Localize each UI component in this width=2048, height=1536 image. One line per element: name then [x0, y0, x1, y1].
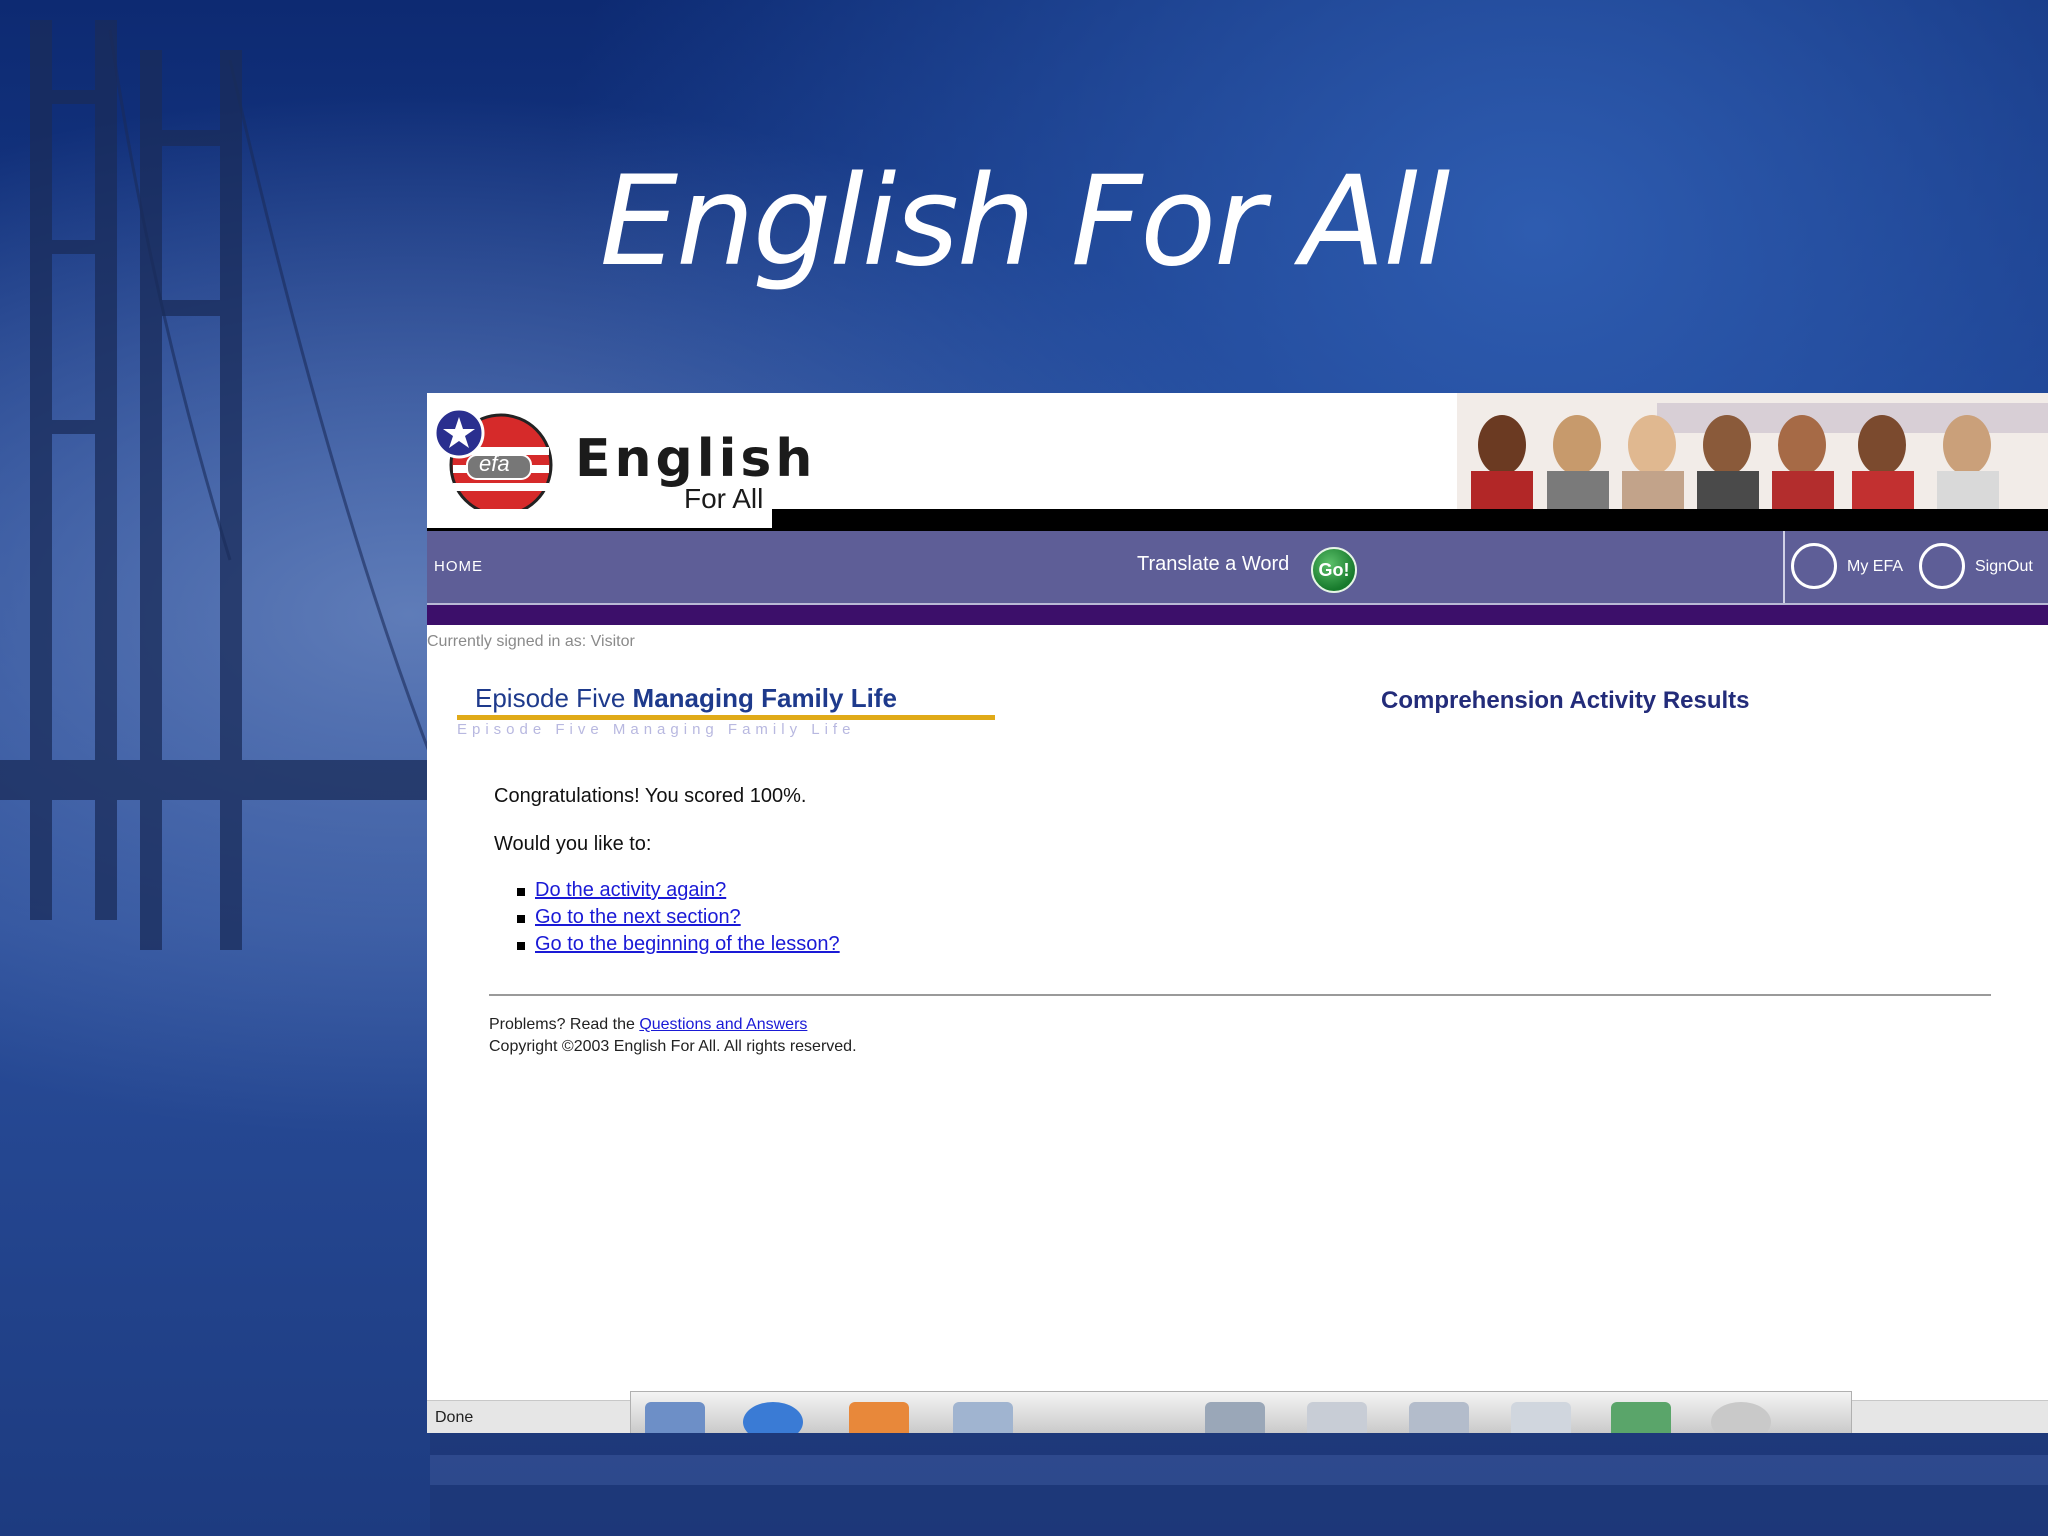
browser-icon[interactable]	[743, 1402, 803, 1433]
list-item: Do the activity again?	[517, 879, 840, 906]
results-title: Comprehension Activity Results	[1381, 687, 1750, 714]
my-efa-link[interactable]: My EFA	[1847, 558, 1903, 576]
people-banner-image	[1457, 393, 2048, 509]
navbar: HOME Translate a Word Go! My EFA SignOut	[427, 531, 2048, 605]
home-link[interactable]: HOME	[434, 558, 483, 575]
system-icon[interactable]	[1409, 1402, 1469, 1433]
episode-ghost-text: Episode Five Managing Family Life	[457, 721, 856, 738]
slide-title: English For All	[599, 150, 1450, 294]
options-prompt: Would you like to:	[494, 833, 652, 855]
logo-abbr: efa	[479, 451, 510, 476]
purple-divider-bar	[427, 605, 2048, 625]
go-button[interactable]: Go!	[1311, 547, 1357, 593]
questions-answers-link[interactable]: Questions and Answers	[639, 1016, 807, 1033]
efa-logo: efa English For All	[427, 399, 812, 521]
finder-icon[interactable]	[645, 1402, 705, 1433]
trash-icon[interactable]	[1711, 1402, 1771, 1433]
sign-out-link[interactable]: SignOut	[1975, 558, 2033, 576]
dock	[630, 1391, 1852, 1433]
problems-prefix: Problems? Read the	[489, 1016, 635, 1033]
lesson-beginning-link[interactable]: Go to the beginning of the lesson?	[535, 933, 840, 955]
folder-icon[interactable]	[1511, 1402, 1571, 1433]
status-done: Done	[435, 1409, 474, 1426]
episode-heading: Episode Five Managing Family Life	[475, 683, 897, 714]
bridge-bottom-image	[430, 1425, 2048, 1536]
score-message: Congratulations! You scored 100%.	[494, 785, 807, 807]
header-logo-underline	[427, 509, 772, 531]
photos-icon[interactable]	[953, 1402, 1013, 1433]
preview-icon[interactable]	[1205, 1402, 1265, 1433]
episode-underline	[457, 715, 995, 720]
do-again-link[interactable]: Do the activity again?	[535, 879, 726, 901]
list-item: Go to the beginning of the lesson?	[517, 933, 840, 960]
desktop-icon[interactable]	[1611, 1402, 1671, 1433]
nav-divider	[1783, 531, 1785, 603]
options-list: Do the activity again? Go to the next se…	[517, 879, 840, 960]
copyright: Copyright ©2003 English For All. All rig…	[489, 1038, 857, 1055]
documents-icon[interactable]	[1307, 1402, 1367, 1433]
logo-word: English	[575, 429, 817, 489]
my-efa-icon[interactable]	[1791, 543, 1837, 589]
footer-rule	[489, 994, 1991, 996]
browser-screenshot: efa English For All HOME Translate a Wor…	[427, 393, 2048, 1433]
problems-text: Problems? Read the Questions and Answers	[489, 1016, 807, 1034]
mail-icon[interactable]	[849, 1402, 909, 1433]
episode-prefix: Episode Five	[475, 683, 626, 713]
translate-word-label[interactable]: Translate a Word	[1137, 553, 1289, 576]
list-item: Go to the next section?	[517, 906, 840, 933]
next-section-link[interactable]: Go to the next section?	[535, 906, 741, 928]
sign-out-icon[interactable]	[1919, 543, 1965, 589]
site-header: efa English For All	[427, 393, 2048, 531]
episode-title: Managing Family Life	[632, 683, 897, 713]
signin-status: Currently signed in as: Visitor	[427, 633, 635, 650]
